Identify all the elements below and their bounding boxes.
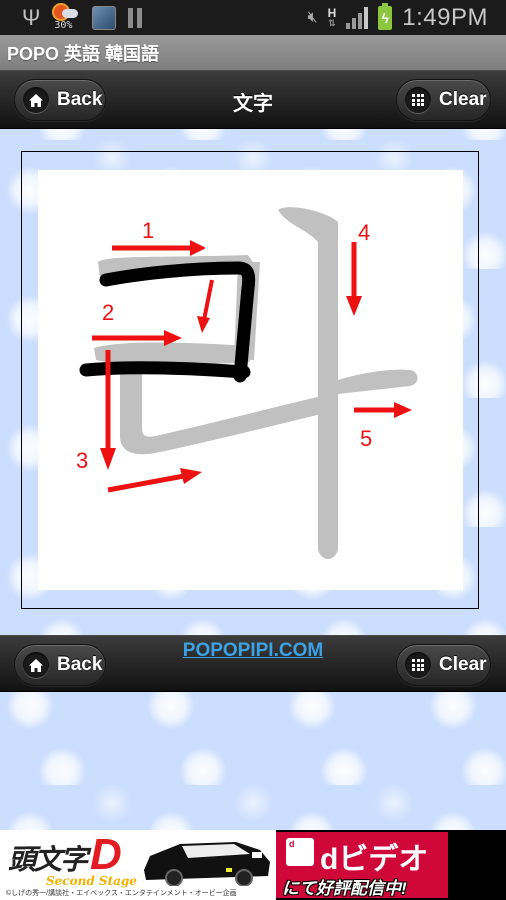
weather-percent: 30% [54, 19, 73, 31]
clear-button[interactable]: Clear [396, 79, 491, 121]
car-image [144, 842, 270, 886]
stroke-number-3: 3 [76, 448, 88, 473]
guide-stroke-4 [278, 207, 338, 559]
stroke-number-4: 4 [358, 220, 370, 245]
app-title-bar: POPO 英語 韓国語 [0, 35, 506, 70]
ad-title: 頭文字 [8, 843, 88, 876]
bottom-clear-button-label: Clear [439, 654, 487, 675]
app-title: POPO 英語 韓国語 [7, 43, 160, 64]
battery-charging-icon: ϟ [378, 2, 393, 30]
ad-dvideo[interactable]: dビデオ にて好評配信中! [276, 832, 448, 898]
ad-copyright: ©しげの秀一/講談社・エイベックス・エンタテインメント・オービー企画 [6, 890, 237, 897]
dvideo-app-icon [286, 838, 314, 866]
top-toolbar: Back 文字 Clear [0, 70, 506, 129]
pause-icon [128, 7, 143, 28]
stroke-number-5: 5 [360, 426, 372, 451]
guide-stroke-2 [94, 342, 250, 365]
guide-character [94, 207, 418, 559]
arrow-5 [354, 402, 412, 418]
grid-icon [405, 652, 431, 678]
ad-dvideo-tagline: にて好評配信中! [282, 879, 407, 898]
status-bar: Ψ 30% 🔇︎ H ⇅ ϟ 1:49PM [0, 0, 506, 35]
weather-icon: 30% [52, 3, 80, 33]
ad-title-letter: D [90, 830, 122, 879]
arrow-1 [112, 240, 206, 256]
stroke-number-2: 2 [102, 300, 114, 325]
clear-button-label: Clear [439, 89, 487, 110]
ad-dvideo-brand: dビデオ [320, 843, 429, 876]
hspa-data-icon: H ⇅ [327, 5, 337, 28]
arrow-4 [346, 242, 362, 316]
ad-initial-d[interactable]: 頭文字 D Second Stage ©しげの秀一/講談社・エイベックス・エンタ… [0, 830, 276, 900]
usb-icon: Ψ [22, 4, 41, 30]
stroke-number-1: 1 [142, 218, 154, 243]
signal-icon [346, 6, 369, 29]
ad-subtitle: Second Stage [46, 874, 137, 888]
status-clock: 1:49PM [402, 3, 488, 31]
ad-banner[interactable]: 頭文字 D Second Stage ©しげの秀一/講談社・エイベックス・エンタ… [0, 830, 506, 900]
stroke-order-guide[interactable]: 1 2 3 4 5 [38, 170, 463, 590]
bottom-toolbar: Back POPOPIPI.COM Clear [0, 635, 506, 692]
arrow-3-right [107, 468, 202, 493]
scanner-app-icon [92, 5, 117, 30]
guide-stroke-5 [338, 369, 418, 394]
bottom-clear-button[interactable]: Clear [396, 644, 491, 686]
arrow-1-down [197, 279, 214, 333]
grid-icon [405, 87, 431, 113]
mute-icon: 🔇︎ [307, 8, 318, 26]
